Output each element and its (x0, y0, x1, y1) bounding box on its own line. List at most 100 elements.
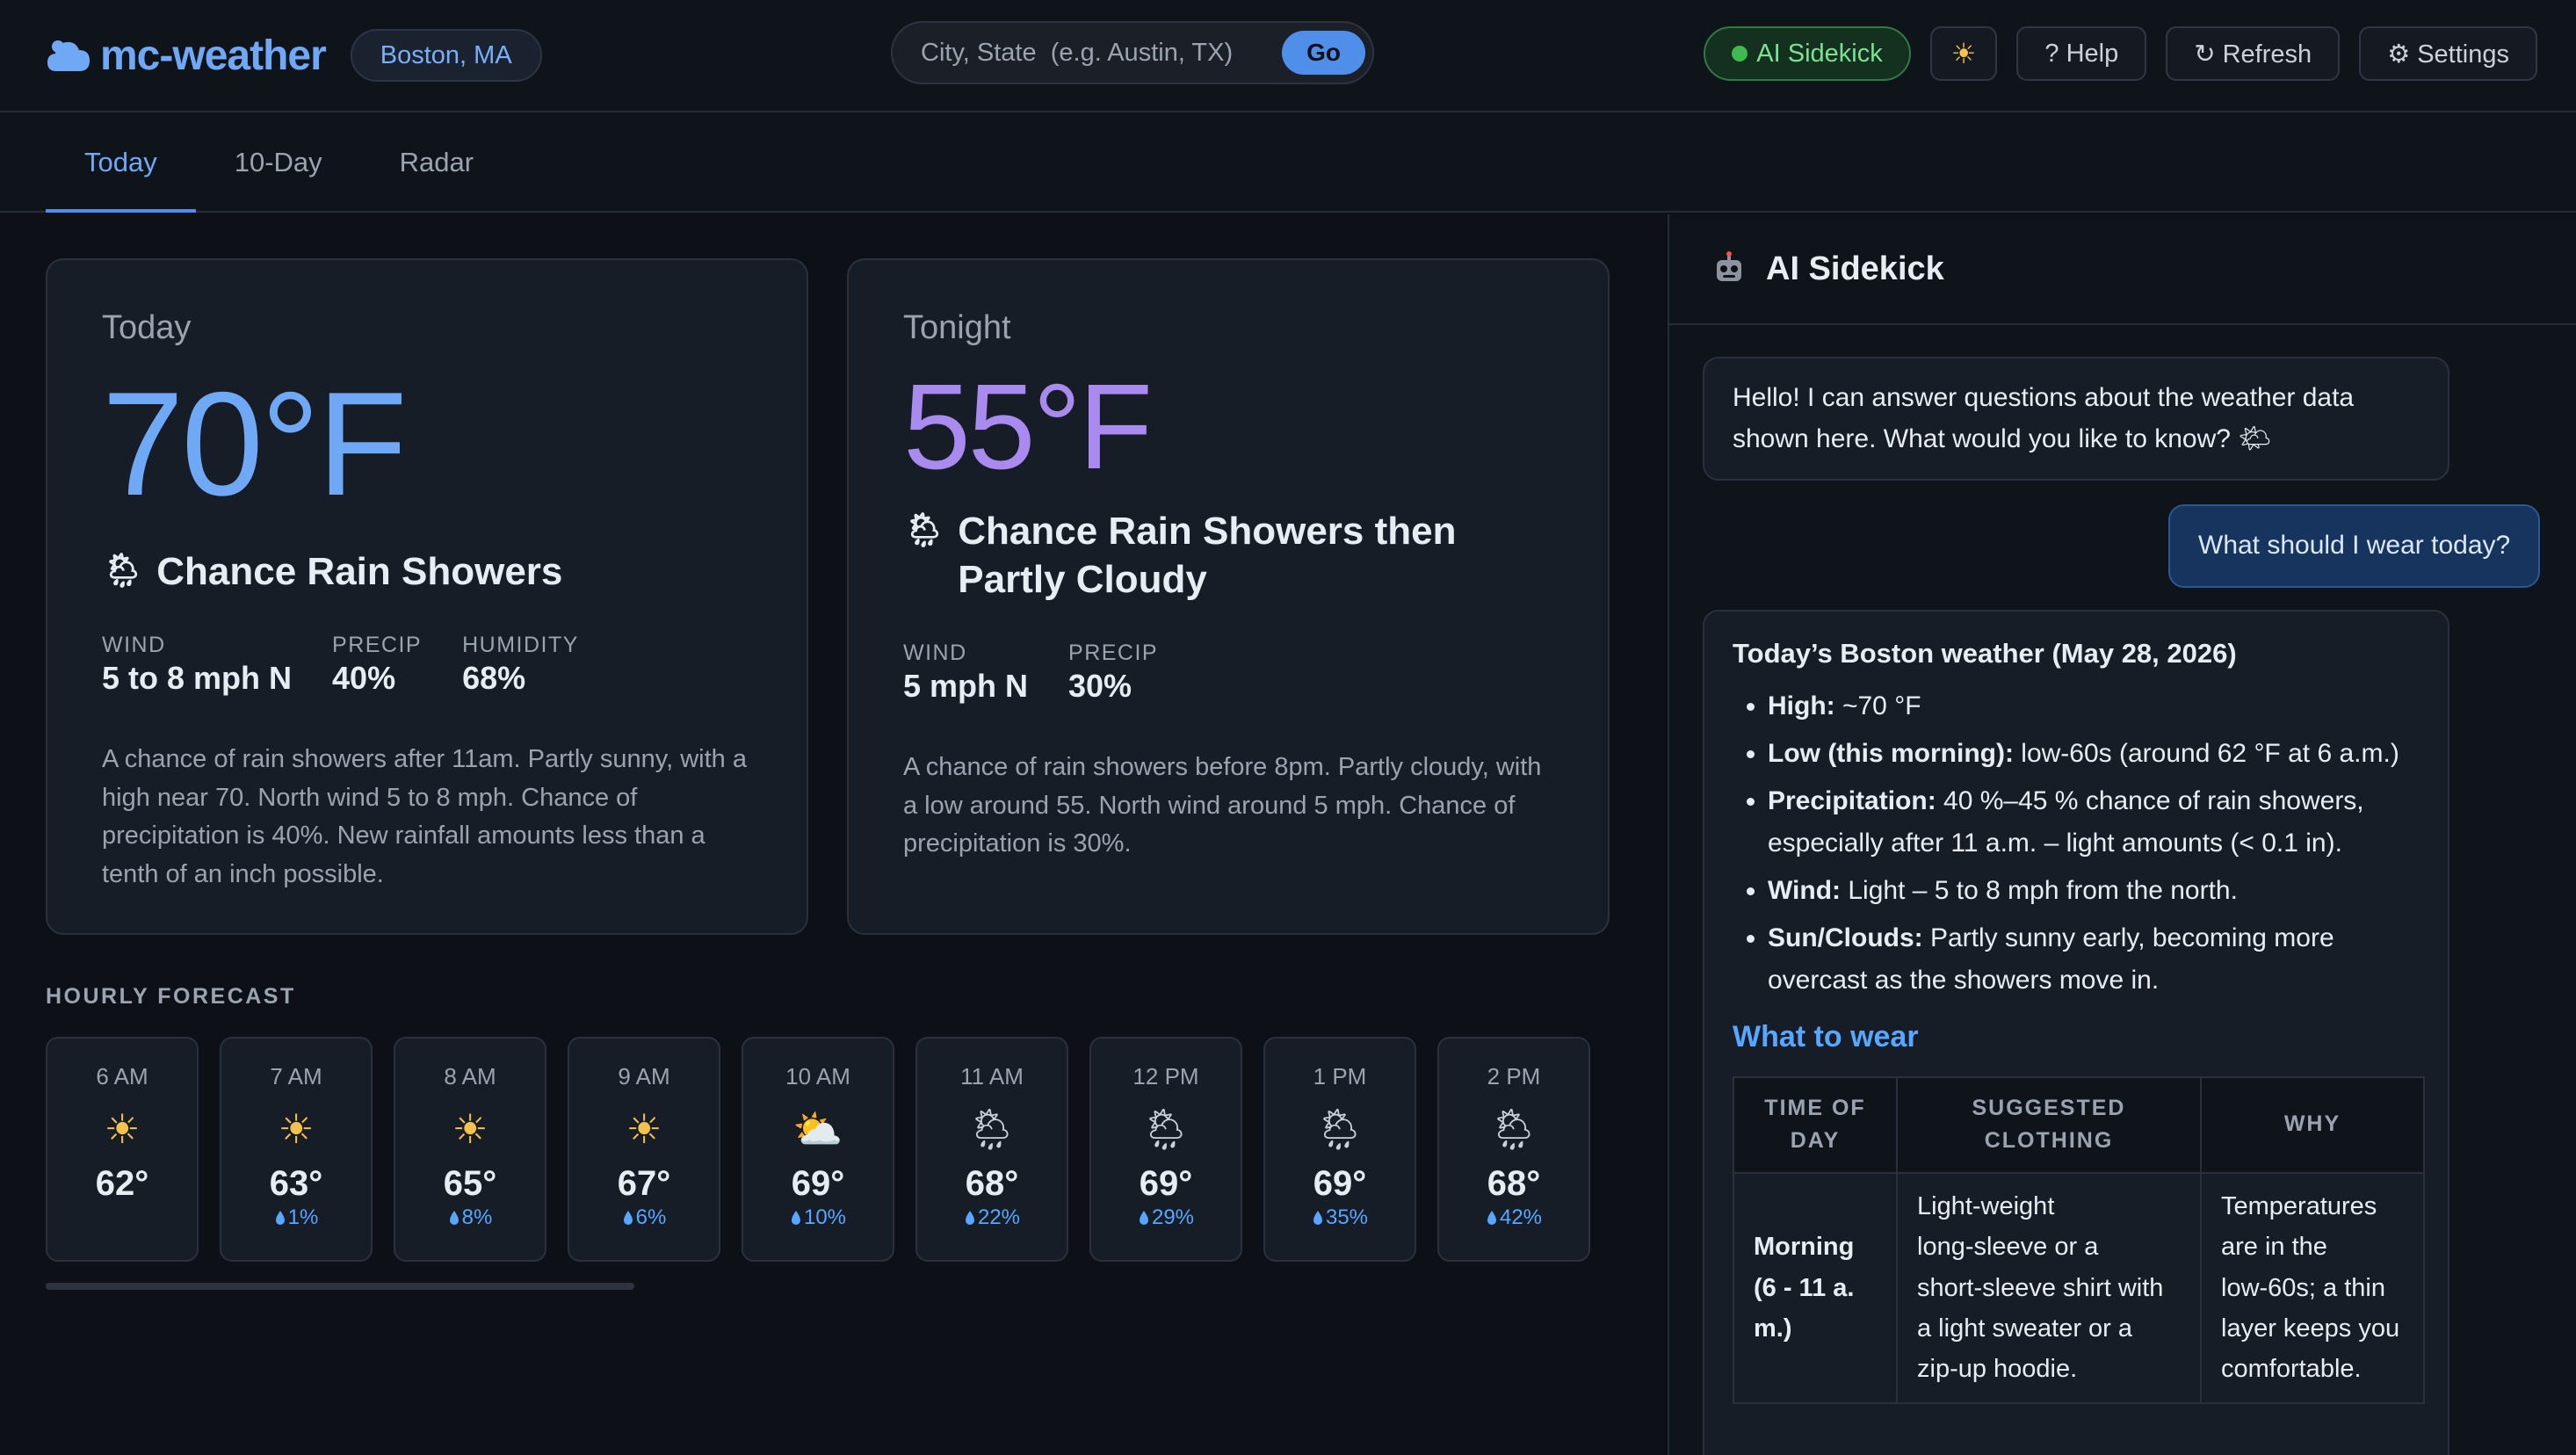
hourly-forecast-list[interactable]: 6 AM ☀ 62° 7 AM ☀ 63° 1% 8 AM ☀ 65° 8% 9 AM ☀ 67° 6% 10… (46, 1037, 1590, 1262)
hour-temperature: 69° (1313, 1164, 1367, 1203)
tab-bar: Today 10-Day Radar (0, 112, 2576, 213)
hour-precip: 22% (964, 1205, 1020, 1230)
hour-precip: 1% (274, 1205, 319, 1230)
today-wind: WIND 5 to 8 mph N (102, 633, 292, 697)
hour-temperature: 62° (95, 1164, 149, 1203)
hour-precip-value: 8% (461, 1205, 493, 1229)
bullet-label: Sun/Clouds: (1768, 923, 1923, 953)
search-input[interactable] (921, 38, 1283, 68)
tonight-wind: WIND 5 mph N (903, 641, 1028, 705)
sun-icon: ☀ (626, 1106, 662, 1152)
tonight-condition-text: Chance Rain Showers then Partly Cloudy (958, 510, 1457, 601)
raindrop-icon (623, 1211, 633, 1225)
go-button[interactable]: Go (1282, 31, 1365, 75)
sun-rain-icon: 🌦 (102, 553, 145, 590)
hour-temperature: 63° (269, 1164, 323, 1203)
today-precip: PRECIP 40% (332, 633, 422, 697)
raindrop-icon (275, 1211, 285, 1225)
today-description: A chance of rain showers after 11am. Par… (102, 745, 747, 888)
hour-label: 12 PM (1132, 1063, 1199, 1089)
humidity-value: 68% (462, 660, 526, 696)
status-dot-icon (1732, 46, 1748, 62)
table-cell: Temperatures are in the low‑60s; a thin … (2200, 1171, 2425, 1404)
hour-precip-value: 6% (635, 1205, 667, 1229)
sun-icon: ☀ (1950, 38, 1977, 69)
list-item: Sun/Clouds: Partly sunny early, becoming… (1768, 917, 2420, 1002)
tonight-description: A chance of rain showers before 8pm. Par… (903, 753, 1542, 858)
precip-value: 30% (1068, 668, 1132, 704)
sun-rain-icon: 🌦 (1313, 1105, 1366, 1152)
hourly-card[interactable]: 7 AM ☀ 63° 1% (220, 1037, 373, 1262)
wind-value: 5 to 8 mph N (102, 660, 293, 696)
hour-precip-value: 1% (287, 1205, 319, 1229)
hour-precip-value: 22% (977, 1205, 1021, 1229)
hour-precip-value: 35% (1325, 1205, 1369, 1229)
user-message: What should I wear today? (2168, 504, 2541, 588)
table-header: TIME OF DAY (1733, 1075, 1898, 1174)
tab-radar[interactable]: Radar (361, 112, 512, 213)
assistant-greeting-message: Hello! I can answer questions about the … (1703, 357, 2449, 481)
list-item: Precipitation: 40 %–45 % chance of rain … (1768, 780, 2420, 865)
hourly-card[interactable]: 2 PM 🌦 68° 42% (1437, 1037, 1590, 1262)
hour-temperature: 68° (1487, 1164, 1541, 1203)
hour-label: 10 AM (785, 1063, 850, 1089)
tab-today[interactable]: Today (46, 112, 196, 213)
ai-sidekick-toggle[interactable]: AI Sidekick (1704, 26, 1911, 81)
refresh-button[interactable]: ↻ Refresh (2166, 26, 2341, 81)
hour-precip-value: 29% (1151, 1205, 1195, 1229)
wind-label: WIND (903, 641, 967, 665)
raindrop-icon (791, 1211, 800, 1225)
hour-label: 2 PM (1487, 1063, 1541, 1089)
hourly-card[interactable]: 10 AM ⛅ 69° 10% (742, 1037, 894, 1262)
hourly-card[interactable]: 9 AM ☀ 67° 6% (568, 1037, 720, 1262)
sun-rain-icon: 🌦 (1487, 1105, 1540, 1152)
raindrop-icon (449, 1211, 459, 1225)
app: mc-weather Boston, MA Go AI Sidekick ☀ ?… (0, 0, 2576, 1455)
hour-label: 8 AM (444, 1063, 496, 1089)
hourly-card[interactable]: 12 PM 🌦 69° 29% (1089, 1037, 1242, 1262)
tonight-label: Tonight (903, 309, 1011, 346)
hourly-card[interactable]: 1 PM 🌦 69° 35% (1263, 1037, 1416, 1262)
table-header: SUGGESTED CLOTHING (1896, 1075, 2202, 1174)
weather-summary-list: High: ~70 °F Low (this morning): low‑60s … (1733, 685, 2420, 1002)
sun-icon: ☀ (452, 1106, 488, 1152)
today-label: Today (102, 309, 192, 346)
answer-title: Today’s Boston weather (May 28, 2026) (1733, 638, 2237, 669)
location-pill[interactable]: Boston, MA (350, 29, 542, 82)
bullet-text: Light – 5 to 8 mph from the north. (1841, 876, 2238, 906)
raindrop-icon (1139, 1211, 1148, 1225)
app-title: mc-weather (100, 32, 327, 79)
tonight-stats: WIND 5 mph N PRECIP 30% (903, 641, 1553, 705)
hour-label: 7 AM (270, 1063, 322, 1089)
help-button[interactable]: ? Help (2016, 26, 2147, 81)
hourly-card[interactable]: 11 AM 🌦 68° 22% (915, 1037, 1068, 1262)
assistant-answer-message: Today’s Boston weather (May 28, 2026) Hi… (1703, 610, 2449, 1455)
sun-rain-icon: 🌦 (903, 512, 946, 549)
raindrop-icon (965, 1211, 974, 1225)
tonight-precip: PRECIP 30% (1068, 641, 1158, 705)
hourly-card[interactable]: 8 AM ☀ 65° 8% (394, 1037, 546, 1262)
today-condition-text: Chance Rain Showers (156, 550, 563, 593)
today-stats: WIND 5 to 8 mph N PRECIP 40% HUMIDITY 68… (102, 633, 752, 697)
sun-rain-icon: 🌦 (1140, 1105, 1192, 1152)
tab-10-day[interactable]: 10-Day (196, 112, 361, 213)
today-condition: 🌦 Chance Rain Showers (102, 547, 752, 596)
settings-button[interactable]: ⚙ Settings (2359, 26, 2537, 81)
sun-icon: ☀ (104, 1106, 141, 1152)
hourly-forecast-title: HOURLY FORECAST (46, 984, 296, 1009)
sun-icon: ☀ (278, 1106, 315, 1152)
logo[interactable]: mc-weather (46, 32, 327, 80)
table-cell: Light‑weight long‑sleeve or a short‑slee… (1896, 1171, 2202, 1404)
wind-label: WIND (102, 633, 166, 657)
hourly-card[interactable]: 6 AM ☀ 62° (46, 1037, 199, 1262)
tonight-temperature: 55°F (903, 359, 1153, 495)
theme-toggle-button[interactable]: ☀ (1929, 26, 1998, 81)
hour-precip: 10% (790, 1205, 846, 1230)
list-item: Low (this morning): low‑60s (around 62 °… (1768, 733, 2420, 775)
precip-value: 40% (332, 660, 396, 696)
precip-label: PRECIP (332, 633, 423, 657)
raindrop-icon (1313, 1211, 1322, 1225)
bullet-label: Wind: (1768, 876, 1842, 906)
hourly-scrollbar[interactable] (46, 1283, 634, 1290)
header-actions: AI Sidekick ☀ ? Help ↻ Refresh ⚙ Setting… (1704, 26, 2537, 81)
